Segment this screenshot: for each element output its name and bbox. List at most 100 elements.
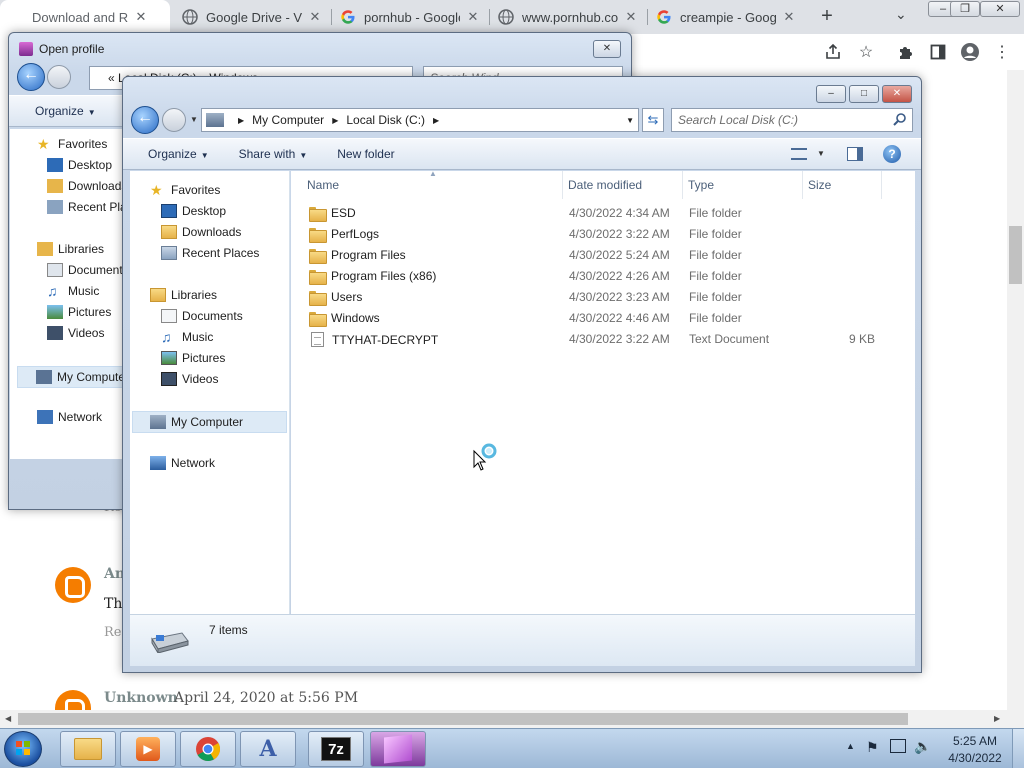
nav-recent-places[interactable]: Recent Places <box>161 246 259 260</box>
file-row-users[interactable]: Users 4/30/2022 3:23 AM File folder <box>291 287 911 308</box>
file-row-program-files[interactable]: Program Files 4/30/2022 5:24 AM File fol… <box>291 245 911 266</box>
file-name[interactable]: Program Files <box>309 248 406 264</box>
nav-downloads[interactable]: Downloads <box>161 225 241 239</box>
tab-google-search-2[interactable]: creampie - Google ✕ <box>648 0 804 34</box>
file-name[interactable]: Program Files (x86) <box>309 269 436 285</box>
recent-pages-dropdown-icon[interactable]: ▼ <box>190 115 198 124</box>
scrollbar-thumb[interactable] <box>18 713 908 725</box>
nav-videos[interactable]: Videos <box>47 326 104 340</box>
share-icon[interactable] <box>823 42 843 62</box>
nav-libraries[interactable]: Libraries <box>150 288 217 302</box>
nav-documents[interactable]: Documents <box>161 309 243 323</box>
nav-libraries[interactable]: Libraries <box>37 242 104 256</box>
maximize-button[interactable]: □ <box>849 85 879 103</box>
breadcrumb-local-disk[interactable]: Local Disk (C:) <box>346 113 425 127</box>
column-divider[interactable] <box>802 171 803 199</box>
column-type[interactable]: Type <box>688 178 714 192</box>
tab-search-button[interactable]: ⌄ <box>895 6 907 23</box>
tab-google-drive[interactable]: Google Drive - Vi ✕ <box>174 0 330 34</box>
nav-favorites[interactable]: ★ Favorites <box>150 183 220 197</box>
refresh-icon[interactable]: ⇆ <box>642 108 664 132</box>
extensions-puzzle-icon[interactable] <box>896 42 916 62</box>
change-view-icon[interactable] <box>791 148 807 160</box>
nav-downloads[interactable]: Downloads <box>47 179 127 193</box>
scrollbar-thumb[interactable] <box>1009 226 1022 284</box>
breadcrumb-separator-icon[interactable]: ▶ <box>433 116 439 125</box>
organize-button[interactable]: Organize ▼ <box>35 104 96 118</box>
tab-close-icon[interactable]: ✕ <box>782 9 796 25</box>
column-size[interactable]: Size <box>808 178 831 192</box>
breadcrumb-separator-icon[interactable]: ▶ <box>332 116 338 125</box>
file-name[interactable]: ESD <box>309 206 356 222</box>
comment-author[interactable]: Unknown <box>104 690 178 706</box>
file-row-esd[interactable]: ESD 4/30/2022 4:34 AM File folder <box>291 203 911 224</box>
chrome-taskbar-button[interactable] <box>180 731 236 767</box>
show-desktop-button[interactable] <box>1012 729 1024 768</box>
dialog-close-button[interactable]: ✕ <box>593 40 621 58</box>
nav-my-computer[interactable]: My Computer <box>132 411 287 433</box>
address-bar[interactable]: ▶ My Computer ▶ Local Disk (C:) ▶ ▼ <box>201 108 639 132</box>
clock-time[interactable]: 5:25 AM <box>950 734 1000 748</box>
address-dropdown-icon[interactable]: ▼ <box>626 116 634 125</box>
breadcrumb-my-computer[interactable]: My Computer <box>252 113 324 127</box>
nav-network[interactable]: Network <box>37 410 102 424</box>
side-panel-icon[interactable] <box>928 42 948 62</box>
column-divider[interactable] <box>562 171 563 199</box>
network-tray-icon[interactable] <box>890 739 906 753</box>
new-folder-button[interactable]: New folder <box>337 147 394 161</box>
browser-menu-icon[interactable]: ⋮ <box>992 42 1012 62</box>
action-center-flag-icon[interactable]: ⚑ <box>866 739 879 756</box>
show-hidden-icons-icon[interactable]: ▲ <box>846 741 855 751</box>
column-name[interactable]: Name <box>307 178 339 192</box>
breadcrumb-separator-icon[interactable]: ▶ <box>238 116 244 125</box>
nav-favorites[interactable]: ★ Favorites <box>37 137 107 151</box>
windows-app-taskbar-button[interactable] <box>370 731 426 767</box>
restore-button[interactable]: ❐ <box>950 1 980 17</box>
file-row-perflogs[interactable]: PerfLogs 4/30/2022 3:22 AM File folder <box>291 224 911 245</box>
column-date-modified[interactable]: Date modified <box>568 178 642 192</box>
scroll-left-icon[interactable]: ◀ <box>5 714 11 723</box>
back-button[interactable] <box>131 106 159 134</box>
tab-close-icon[interactable]: ✕ <box>624 9 638 25</box>
file-row-program-files-x86[interactable]: Program Files (x86) 4/30/2022 4:26 AM Fi… <box>291 266 911 287</box>
file-row-windows[interactable]: Windows 4/30/2022 4:46 AM File folder <box>291 308 911 329</box>
forward-button[interactable] <box>162 108 186 132</box>
nav-music[interactable]: ♫ Music <box>47 284 99 298</box>
file-explorer-taskbar-button[interactable] <box>60 731 116 767</box>
bookmark-star-icon[interactable]: ☆ <box>856 42 876 62</box>
organize-button[interactable]: Organize ▼ <box>148 147 209 161</box>
nav-network[interactable]: Network <box>150 456 215 470</box>
start-button[interactable] <box>4 731 42 767</box>
file-row-ttyhat-decrypt[interactable]: TTYHAT-DECRYPT 4/30/2022 3:22 AM Text Do… <box>291 329 911 350</box>
column-divider[interactable] <box>881 171 882 199</box>
nav-pictures[interactable]: Pictures <box>47 305 111 319</box>
media-player-taskbar-button[interactable]: ▶ <box>120 731 176 767</box>
page-vertical-scrollbar[interactable] <box>1007 70 1024 710</box>
file-name[interactable]: TTYHAT-DECRYPT <box>309 332 438 347</box>
file-name[interactable]: PerfLogs <box>309 227 379 243</box>
tab-close-icon[interactable]: ✕ <box>308 9 322 25</box>
nav-music[interactable]: ♫ Music <box>161 330 213 344</box>
nav-pictures[interactable]: Pictures <box>161 351 225 365</box>
tab-google-search-1[interactable]: pornhub - Google ✕ <box>332 0 488 34</box>
comment-date[interactable]: April 24, 2020 at 5:56 PM <box>174 690 358 706</box>
nav-my-computer[interactable]: My Computer <box>17 366 129 388</box>
nav-desktop[interactable]: Desktop <box>161 204 226 218</box>
close-button[interactable]: ✕ <box>882 85 912 103</box>
search-input[interactable]: Search Local Disk (C:) <box>671 108 913 132</box>
tab-download[interactable]: Download and Re ✕ <box>0 0 170 34</box>
nav-documents[interactable]: Documents <box>47 263 129 277</box>
clock-date[interactable]: 4/30/2022 <box>946 751 1004 765</box>
scroll-right-icon[interactable]: ▶ <box>994 714 1000 723</box>
page-horizontal-scrollbar[interactable]: ◀ ▶ <box>0 710 1024 728</box>
new-tab-button[interactable]: + <box>816 5 838 27</box>
share-with-button[interactable]: Share with ▼ <box>239 147 308 161</box>
preview-pane-icon[interactable] <box>847 147 863 161</box>
minimize-button[interactable]: – <box>816 85 846 103</box>
back-button[interactable] <box>17 63 45 91</box>
file-name[interactable]: Users <box>309 290 362 306</box>
tab-close-icon[interactable]: ✕ <box>134 9 148 25</box>
column-divider[interactable] <box>682 171 683 199</box>
file-name[interactable]: Windows <box>309 311 380 327</box>
help-icon[interactable]: ? <box>883 145 901 163</box>
